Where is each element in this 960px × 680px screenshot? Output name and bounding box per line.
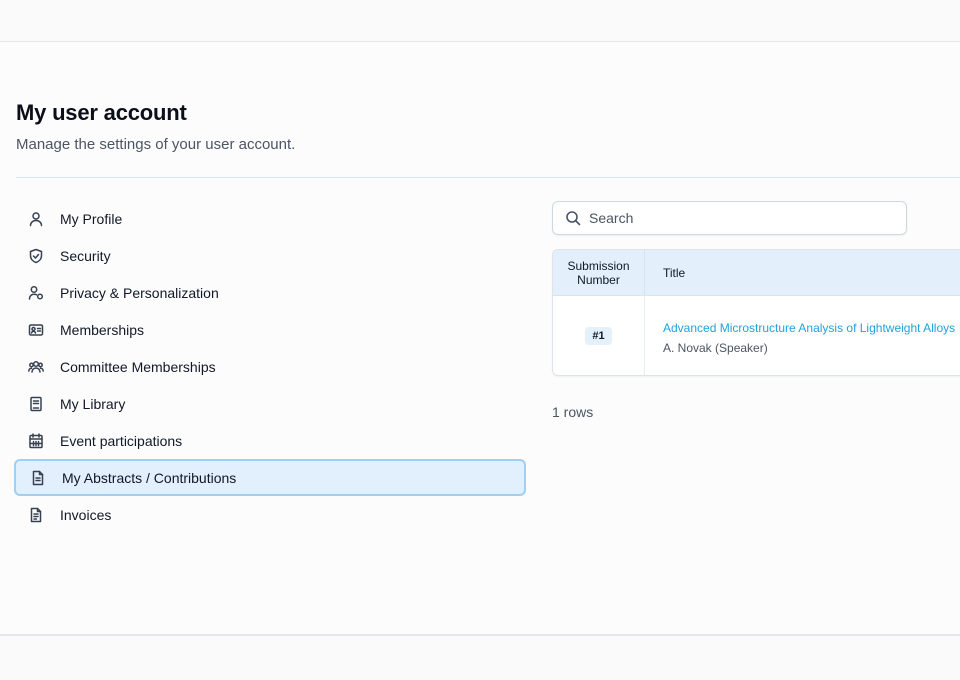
sidebar-item-security[interactable]: Security xyxy=(14,237,526,274)
search-icon xyxy=(566,211,581,226)
abstracts-table: Submission Number Title #1 Advanced Micr… xyxy=(552,249,960,376)
sidebar-item-my-profile[interactable]: My Profile xyxy=(14,200,526,237)
submission-number-badge: #1 xyxy=(585,327,612,345)
page-title: My user account xyxy=(16,100,187,125)
table-header: Submission Number Title xyxy=(553,250,960,296)
search-box[interactable] xyxy=(552,201,907,235)
sidebar-item-label: Committee Memberships xyxy=(60,358,216,375)
sidebar-item-label: Memberships xyxy=(60,321,145,338)
sidebar-item-label: My Abstracts / Contributions xyxy=(62,469,237,486)
column-header-submission-number[interactable]: Submission Number xyxy=(553,250,645,295)
bottom-bar xyxy=(0,638,960,680)
id-card-icon xyxy=(28,322,44,338)
sidebar-item-my-library[interactable]: My Library xyxy=(14,385,526,422)
account-sidebar: My Profile Security Privacy & Personaliz… xyxy=(14,200,526,533)
sidebar-item-label: My Library xyxy=(60,395,126,412)
search-input[interactable] xyxy=(589,210,889,226)
table-row[interactable]: #1 Advanced Microstructure Analysis of L… xyxy=(553,296,960,375)
header-divider xyxy=(16,177,960,178)
sidebar-item-committee-memberships[interactable]: Committee Memberships xyxy=(14,348,526,385)
users-icon xyxy=(28,359,44,375)
page-subtitle: Manage the settings of your user account… xyxy=(16,136,296,153)
invoice-icon xyxy=(28,507,44,523)
account-page: My user account Manage the settings of y… xyxy=(0,42,960,636)
user-icon xyxy=(28,211,44,227)
submission-number-cell: #1 xyxy=(553,296,645,375)
abstract-author: A. Novak (Speaker) xyxy=(663,341,768,355)
book-icon xyxy=(28,396,44,412)
sidebar-item-label: Invoices xyxy=(60,506,112,523)
title-cell: Advanced Microstructure Analysis of Ligh… xyxy=(645,296,955,375)
sidebar-item-label: Security xyxy=(60,247,111,264)
sidebar-item-label: My Profile xyxy=(60,210,123,227)
sidebar-item-label: Event participations xyxy=(60,432,183,449)
top-bar xyxy=(0,0,960,42)
sidebar-item-label: Privacy & Personalization xyxy=(60,284,219,301)
sidebar-item-my-abstracts[interactable]: My Abstracts / Contributions xyxy=(14,459,526,496)
sidebar-item-event-participations[interactable]: Event participations xyxy=(14,422,526,459)
calendar-icon xyxy=(28,432,44,449)
abstract-title-link[interactable]: Advanced Microstructure Analysis of Ligh… xyxy=(663,321,955,335)
user-settings-icon xyxy=(28,285,44,301)
shield-icon xyxy=(28,248,44,264)
sidebar-item-invoices[interactable]: Invoices xyxy=(14,496,526,533)
column-header-title[interactable]: Title xyxy=(645,250,685,295)
rows-count: 1 rows xyxy=(552,404,594,420)
sidebar-item-memberships[interactable]: Memberships xyxy=(14,311,526,348)
document-icon xyxy=(30,470,46,486)
sidebar-item-privacy[interactable]: Privacy & Personalization xyxy=(14,274,526,311)
